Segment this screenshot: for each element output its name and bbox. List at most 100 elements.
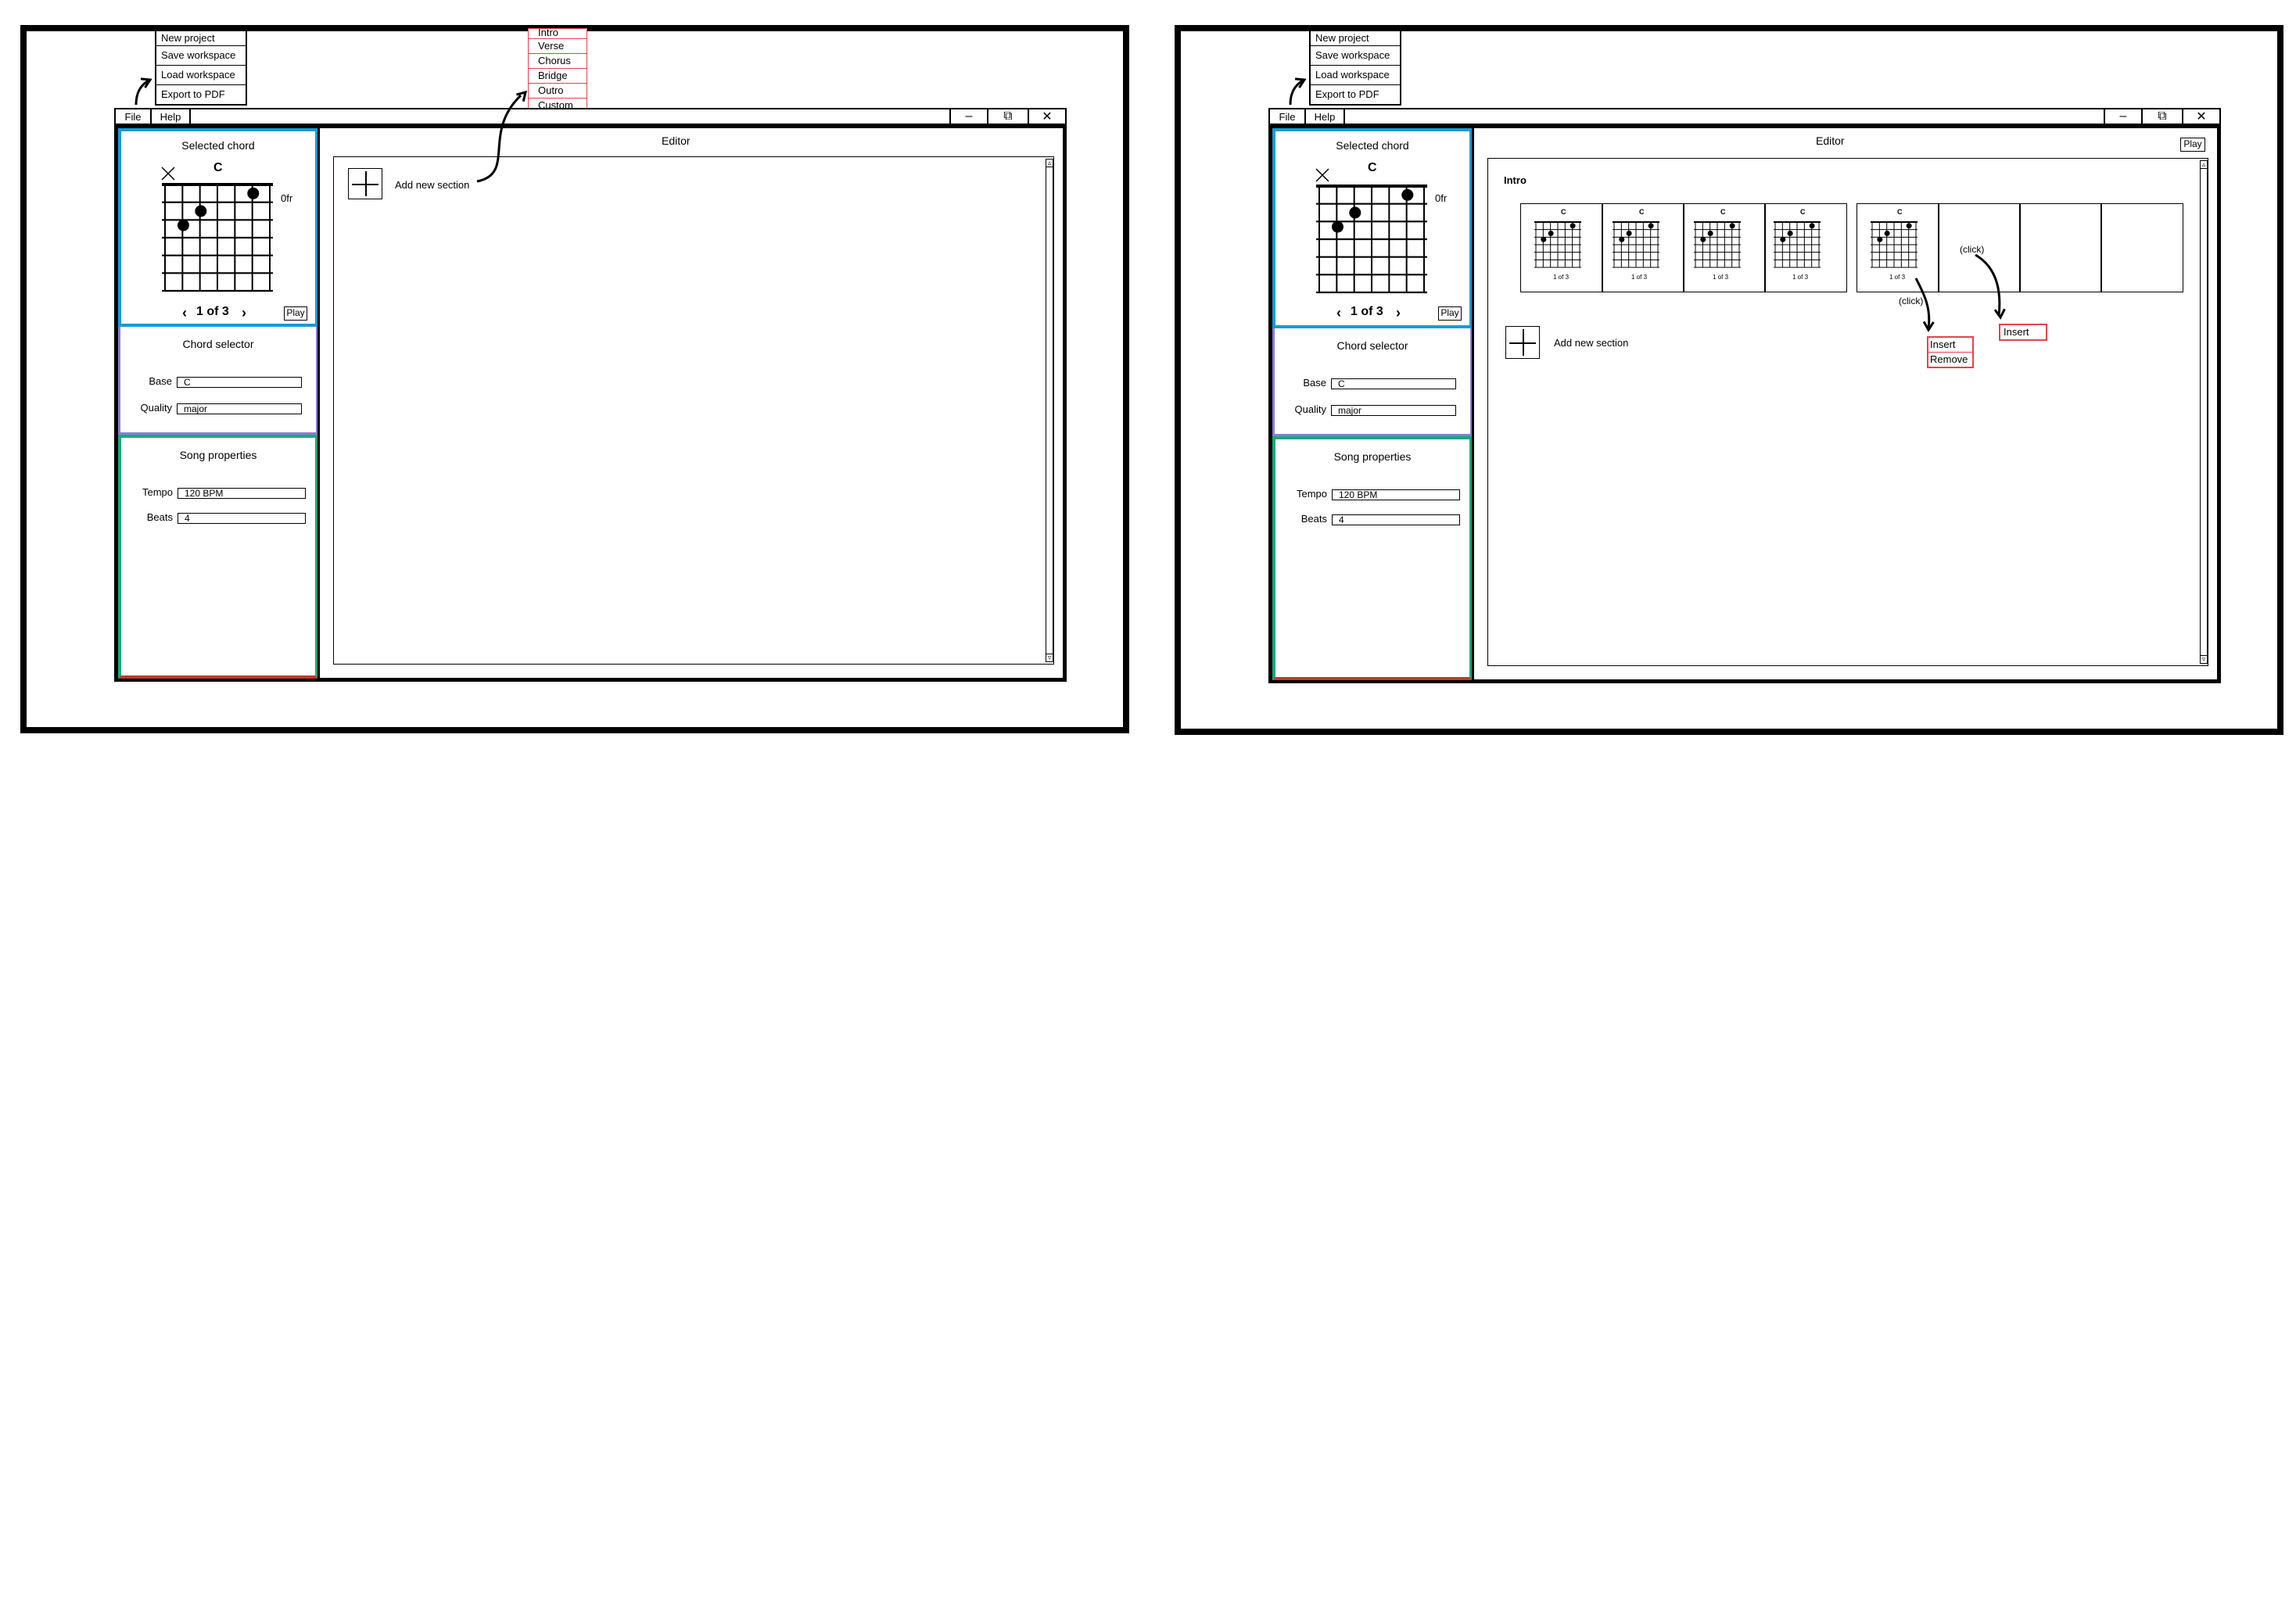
voicing-prev-icon[interactable]: ‹ [182,305,187,321]
quality-label: Quality [140,402,172,414]
chord-selector-title: Chord selector [1336,339,1408,352]
chord-name: C [1368,161,1377,174]
section-type-dropdown: Intro Verse Chorus Bridge Outro Custom [528,27,587,113]
base-label: Base [1303,377,1326,389]
menu-item-new-project[interactable]: New project [1311,31,1400,46]
beat-divider [2019,203,2021,292]
close-icon[interactable]: ✕ [2182,109,2219,124]
menu-item-save-workspace[interactable]: Save workspace [1311,46,1400,66]
voicing-next-icon[interactable]: › [1396,305,1401,321]
context-remove[interactable]: Remove [1928,353,1972,367]
quality-label: Quality [1294,403,1326,415]
voicing-counter: 1 of 3 [196,305,229,318]
empty-beat-insert-menu[interactable]: Insert [1999,324,2047,341]
editor-divider [317,128,320,679]
beat-divider [1938,203,1939,292]
minimize-icon[interactable]: – [949,109,987,124]
play-chord-button[interactable]: Play [1438,306,1462,321]
chord-name: C [213,161,223,174]
editor-divider [1472,128,1474,680]
mini-chord-name: C [1561,208,1566,216]
base-label: Base [149,375,172,387]
editor-scrollbar[interactable]: ▵ ▿ [1046,159,1053,662]
tempo-label: Tempo [1296,488,1327,500]
section-option-intro[interactable]: Intro [529,27,587,39]
play-chord-button[interactable]: Play [284,306,307,321]
section-option-outro[interactable]: Outro [529,84,587,99]
menu-item-save-workspace[interactable]: Save workspace [156,46,246,66]
mini-chord-name: C [1800,208,1806,216]
menubar-right: File Help – ⧉ ✕ [1268,108,2221,125]
mini-chord-voicing: 1 of 3 [1889,274,1906,281]
click-annotation: (click) [1899,296,1924,306]
help-menu[interactable]: Help [1306,109,1345,124]
quality-select[interactable]: major [177,403,302,414]
section-option-verse[interactable]: Verse [529,39,587,54]
voicing-next-icon[interactable]: › [242,305,246,321]
base-select[interactable]: C [1331,378,1456,389]
editor-title: Editor [662,134,691,147]
selected-chord-title: Selected chord [1336,139,1409,152]
menu-item-export-pdf[interactable]: Export to PDF [156,85,246,104]
menu-item-new-project[interactable]: New project [156,31,246,46]
add-section-label[interactable]: Add new section [1554,337,1628,349]
beat-divider [1602,203,1603,292]
menubar: File Help – ⧉ ✕ [114,108,1067,125]
chord-selector-panel: Chord selector Base C Quality major [118,327,318,435]
quality-select[interactable]: major [1331,405,1456,416]
add-section-button[interactable] [1505,326,1540,359]
mini-chord-name: C [1639,208,1645,216]
scroll-down-icon[interactable]: ▿ [1046,654,1053,661]
click-annotation: (click) [1960,244,1985,255]
tempo-label: Tempo [142,486,173,498]
tempo-input[interactable]: 120 BPM [1332,489,1460,500]
fret-position-label: 0fr [281,192,293,204]
file-menu[interactable]: File [1270,109,1306,124]
mini-chord-name: C [1720,208,1726,216]
fret-position-label: 0fr [1435,192,1448,204]
editor-title: Editor [1816,134,1845,147]
editor-scrollbar[interactable]: ▵ ▿ [2200,160,2208,664]
selected-chord-title: Selected chord [181,139,255,152]
chord-selector-title: Chord selector [182,338,254,350]
mini-chord-voicing: 1 of 3 [1631,274,1648,281]
beat-divider [1764,203,1766,292]
beats-label: Beats [146,511,173,523]
mini-chord-voicing: 1 of 3 [1792,274,1809,281]
minimize-icon[interactable]: – [2104,109,2141,124]
close-icon[interactable]: ✕ [1028,109,1065,124]
file-menu-dropdown: New project Save workspace Load workspac… [155,30,247,106]
add-section-label[interactable]: Add new section [395,179,469,191]
voicing-counter: 1 of 3 [1351,305,1383,318]
add-section-button[interactable] [348,168,382,199]
beat-divider [1683,203,1684,292]
selected-chord-panel-right: Selected chord C 0fr ‹ 1 of 3 › Play [1272,128,1473,328]
scroll-up-icon[interactable]: ▵ [1046,159,1053,167]
beats-input[interactable]: 4 [178,513,306,524]
song-properties-panel-right: Song properties Tempo 120 BPM Beats 4 [1272,436,1473,680]
menu-item-load-workspace[interactable]: Load workspace [1311,66,1400,85]
base-select[interactable]: C [177,377,302,388]
editor-canvas: Add new section ▵ ▿ [333,156,1054,665]
chord-context-menu: Insert Remove [1927,336,1974,368]
context-insert[interactable]: Insert [1928,338,1972,353]
mini-chord-voicing: 1 of 3 [1713,274,1729,281]
restore-icon[interactable]: ⧉ [987,109,1028,124]
tempo-input[interactable]: 120 BPM [178,488,306,499]
voicing-prev-icon[interactable]: ‹ [1336,305,1341,321]
file-menu[interactable]: File [116,109,152,124]
scroll-down-icon[interactable]: ▿ [2201,655,2207,663]
restore-icon[interactable]: ⧉ [2141,109,2182,124]
help-menu[interactable]: Help [152,109,191,124]
section-option-chorus[interactable]: Chorus [529,54,587,69]
mini-chord-name: C [1897,208,1903,216]
chord-selector-panel-right: Chord selector Base C Quality major [1272,328,1473,436]
scroll-up-icon[interactable]: ▵ [2201,161,2207,169]
section-option-bridge[interactable]: Bridge [529,69,587,84]
beats-input[interactable]: 4 [1332,514,1460,525]
beats-label: Beats [1300,513,1327,525]
menu-item-export-pdf[interactable]: Export to PDF [1311,85,1400,104]
song-properties-panel: Song properties Tempo 120 BPM Beats 4 [118,435,318,679]
editor-play-button[interactable]: Play [2180,138,2205,152]
menu-item-load-workspace[interactable]: Load workspace [156,66,246,85]
